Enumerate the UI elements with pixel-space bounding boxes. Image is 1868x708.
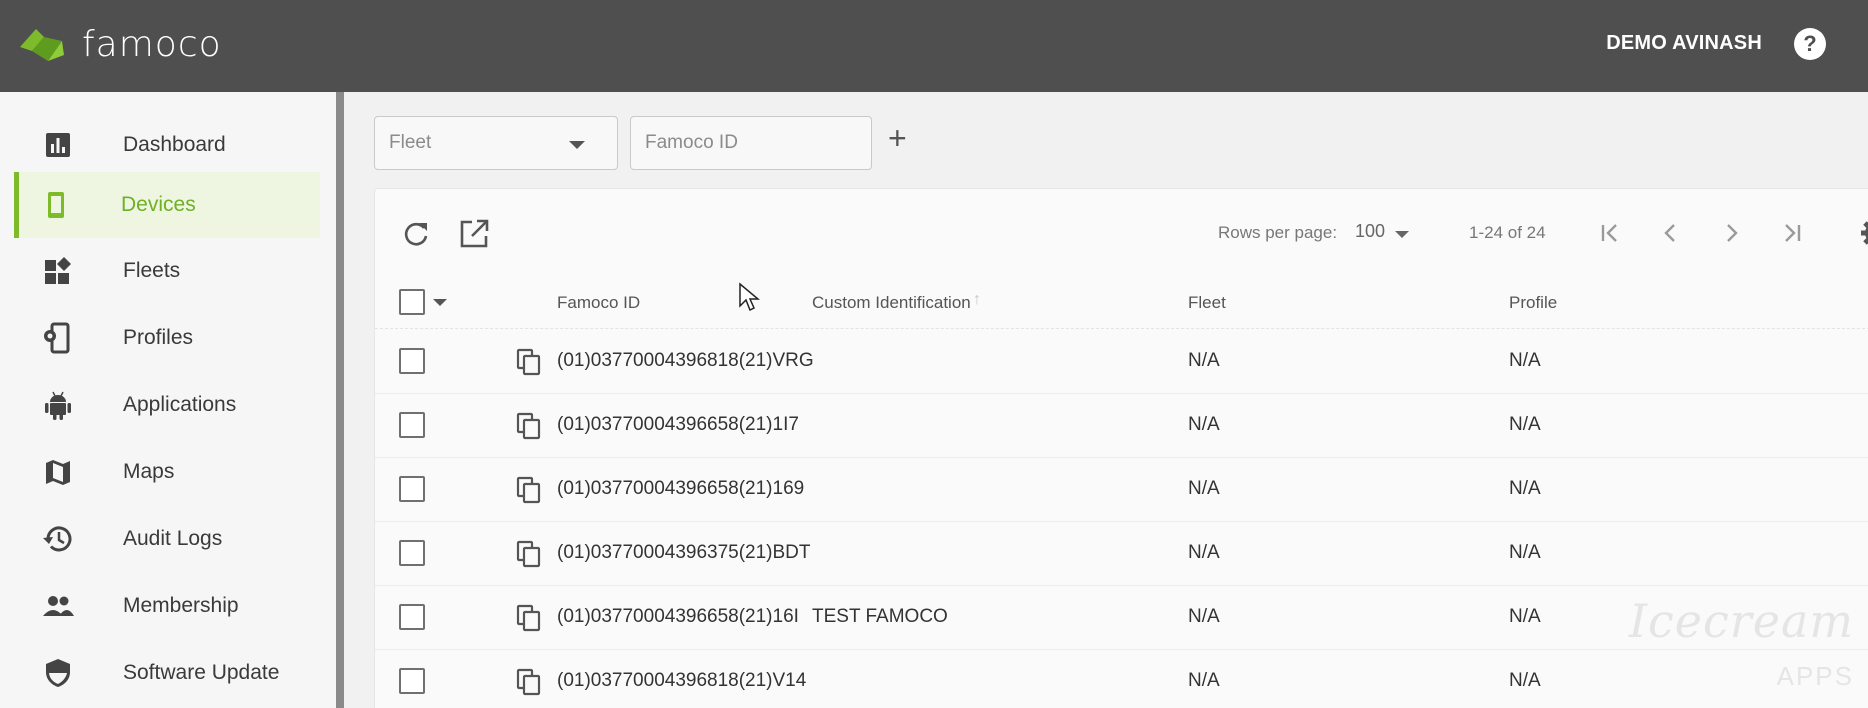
sidebar-item-devices[interactable]: Devices <box>14 172 320 238</box>
sidebar-item-fleets[interactable]: Fleets <box>16 238 322 304</box>
profile-cell: N/A <box>1509 414 1541 435</box>
famoco-logo[interactable]: famoco <box>18 24 222 65</box>
fleet-cell: N/A <box>1188 542 1220 563</box>
fleet-cell: N/A <box>1188 478 1220 499</box>
help-icon[interactable]: ? <box>1794 28 1826 60</box>
sidebar-item-label: Software Update <box>123 661 280 684</box>
row-checkbox[interactable] <box>399 348 425 374</box>
mouse-cursor-icon <box>739 282 760 312</box>
phone-settings-icon <box>44 322 70 354</box>
table-header: Famoco ID Custom Identification ↑ Fleet … <box>375 275 1868 329</box>
smartphone-icon <box>48 192 64 218</box>
sidebar-item-label: Dashboard <box>123 133 226 156</box>
custom-identification-cell: TEST FAMOCO <box>812 606 948 627</box>
sidebar-item-label: Devices <box>121 193 196 216</box>
watermark-text: Icecream <box>1628 594 1854 648</box>
first-page-icon[interactable] <box>1597 219 1625 247</box>
sidebar-item-label: Fleets <box>123 259 181 282</box>
famoco-logo-icon <box>20 28 64 61</box>
sidebar-item-label: Profiles <box>123 326 194 349</box>
sidebar-item-audit-logs[interactable]: Audit Logs <box>16 506 322 572</box>
chevron-down-icon[interactable] <box>433 299 447 306</box>
copy-icon[interactable] <box>515 412 543 440</box>
export-icon[interactable] <box>457 217 491 251</box>
famoco-id-filter-placeholder: Famoco ID <box>645 132 738 153</box>
famoco-id-cell[interactable]: (01)03770004396818(21)VRG <box>557 350 814 372</box>
sidebar-item-label: Applications <box>123 393 237 416</box>
add-filter-button[interactable]: + <box>888 122 907 154</box>
column-header-famoco-id[interactable]: Famoco ID <box>557 293 640 313</box>
refresh-icon[interactable] <box>399 217 433 251</box>
fleet-cell: N/A <box>1188 670 1220 691</box>
dashboard-widgets-icon <box>45 257 71 284</box>
sidebar-item-profiles[interactable]: Profiles <box>16 305 322 371</box>
fleet-cell: N/A <box>1188 414 1220 435</box>
fleet-cell: N/A <box>1188 606 1220 627</box>
sidebar-item-label: Maps <box>123 460 175 483</box>
shield-icon <box>46 659 70 687</box>
row-checkbox[interactable] <box>399 476 425 502</box>
people-icon <box>43 596 74 616</box>
column-header-custom-identification[interactable]: Custom Identification <box>812 293 971 313</box>
famoco-id-filter-input[interactable]: Famoco ID <box>630 116 872 170</box>
rows-per-page-select[interactable]: 100 <box>1355 221 1385 242</box>
map-icon <box>46 460 70 485</box>
next-page-icon[interactable] <box>1717 219 1745 247</box>
sidebar-item-applications[interactable]: Applications <box>16 372 322 438</box>
sidebar-item-label: Audit Logs <box>123 527 223 550</box>
table-row[interactable]: (01)03770004396818(21)VRG N/A N/A <box>375 330 1868 394</box>
profile-cell: N/A <box>1509 670 1541 691</box>
famoco-id-cell[interactable]: (01)03770004396658(21)16I <box>557 606 799 628</box>
famoco-id-cell[interactable]: (01)03770004396375(21)BDT <box>557 542 811 564</box>
last-page-icon[interactable] <box>1777 219 1805 247</box>
profile-cell: N/A <box>1509 606 1541 627</box>
user-name[interactable]: DEMO AVINASH <box>1606 32 1762 55</box>
column-header-fleet[interactable]: Fleet <box>1188 293 1226 313</box>
table-row[interactable]: (01)03770004396818(21)V14 N/A N/A <box>375 650 1868 708</box>
select-all-checkbox[interactable] <box>399 289 425 315</box>
pagination-range: 1-24 of 24 <box>1469 223 1546 242</box>
copy-icon[interactable] <box>515 476 543 504</box>
famoco-id-cell[interactable]: (01)03770004396658(21)1I7 <box>557 414 799 436</box>
sidebar: Dashboard Devices Fleets Profiles Applic… <box>0 92 336 708</box>
fleet-cell: N/A <box>1188 350 1220 371</box>
row-checkbox[interactable] <box>399 412 425 438</box>
row-checkbox[interactable] <box>399 668 425 694</box>
gear-icon[interactable] <box>1859 217 1868 249</box>
sidebar-item-membership[interactable]: Membership <box>16 573 322 639</box>
chevron-down-icon <box>569 141 585 149</box>
profile-cell: N/A <box>1509 478 1541 499</box>
table-row[interactable]: (01)03770004396658(21)1I7 N/A N/A <box>375 394 1868 458</box>
previous-page-icon[interactable] <box>1657 219 1685 247</box>
column-header-profile[interactable]: Profile <box>1509 293 1557 313</box>
sidebar-item-software-update[interactable]: Software Update <box>16 640 322 706</box>
copy-icon[interactable] <box>515 668 543 696</box>
chevron-down-icon[interactable] <box>1395 231 1409 238</box>
sidebar-item-maps[interactable]: Maps <box>16 439 322 505</box>
famoco-id-cell[interactable]: (01)03770004396818(21)V14 <box>557 670 806 692</box>
copy-icon[interactable] <box>515 348 543 376</box>
table-row[interactable]: (01)03770004396658(21)169 N/A N/A <box>375 458 1868 522</box>
rows-per-page-label: Rows per page: <box>1218 223 1338 242</box>
copy-icon[interactable] <box>515 540 543 568</box>
android-icon <box>45 391 71 420</box>
watermark-sub: APPS <box>1776 661 1854 691</box>
top-app-bar: famoco DEMO AVINASH ? <box>0 0 1868 92</box>
sidebar-item-dashboard[interactable]: Dashboard <box>16 112 322 178</box>
sidebar-item-label: Membership <box>123 594 239 617</box>
fleet-filter-placeholder: Fleet <box>389 132 432 153</box>
table-row[interactable]: (01)03770004396375(21)BDT N/A N/A <box>375 522 1868 586</box>
row-checkbox[interactable] <box>399 604 425 630</box>
history-icon <box>43 526 72 552</box>
sort-arrow-icon[interactable]: ↑ <box>973 291 981 309</box>
logo-text: famoco <box>82 24 222 65</box>
profile-cell: N/A <box>1509 542 1541 563</box>
sidebar-scrollbar[interactable] <box>336 92 344 708</box>
row-checkbox[interactable] <box>399 540 425 566</box>
famoco-id-cell[interactable]: (01)03770004396658(21)169 <box>557 478 804 500</box>
fleet-filter-select[interactable]: Fleet <box>374 116 618 170</box>
profile-cell: N/A <box>1509 350 1541 371</box>
copy-icon[interactable] <box>515 604 543 632</box>
bar-chart-icon <box>46 133 70 157</box>
